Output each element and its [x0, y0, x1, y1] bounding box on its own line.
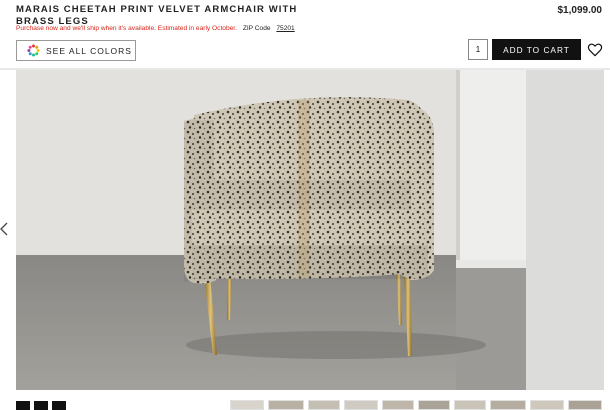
thumbnail[interactable]	[568, 400, 602, 410]
add-to-cart-button[interactable]: ADD TO CART	[492, 39, 581, 60]
thumbnail-nav-dot[interactable]	[34, 401, 48, 410]
quantity-field[interactable]: 1	[468, 39, 488, 60]
thumbnail[interactable]	[382, 400, 414, 410]
thumbnail-nav-dot[interactable]	[16, 401, 30, 410]
shipping-message: Purchase now and we'll ship when it's av…	[16, 25, 237, 32]
heart-icon[interactable]	[587, 42, 603, 58]
product-price: $1,099.00	[557, 5, 603, 16]
thumbnail[interactable]	[344, 400, 378, 410]
thumbnail[interactable]	[490, 400, 526, 410]
product-header: MARAIS CHEETAH PRINT VELVET ARMCHAIR WIT…	[0, 0, 610, 70]
chevron-left-icon[interactable]	[0, 222, 8, 236]
thumbnail[interactable]	[308, 400, 340, 410]
thumbnail[interactable]	[268, 400, 304, 410]
armchair-image	[16, 70, 604, 390]
zip-code-link[interactable]: 75201	[276, 25, 294, 32]
product-photo[interactable]	[16, 70, 604, 390]
shipping-info: Purchase now and we'll ship when it's av…	[16, 25, 295, 32]
thumbnail-nav-dot[interactable]	[52, 401, 66, 410]
thumbnail[interactable]	[530, 400, 564, 410]
color-wheel-icon	[27, 44, 40, 57]
see-all-colors-button[interactable]: SEE ALL COLORS	[16, 40, 136, 61]
thumbnail[interactable]	[230, 400, 264, 410]
thumbnail-strip	[0, 397, 610, 410]
thumbnail[interactable]	[418, 400, 450, 410]
see-all-colors-label: SEE ALL COLORS	[46, 45, 132, 56]
zip-label: ZIP Code	[242, 25, 271, 32]
thumbnail[interactable]	[454, 400, 486, 410]
